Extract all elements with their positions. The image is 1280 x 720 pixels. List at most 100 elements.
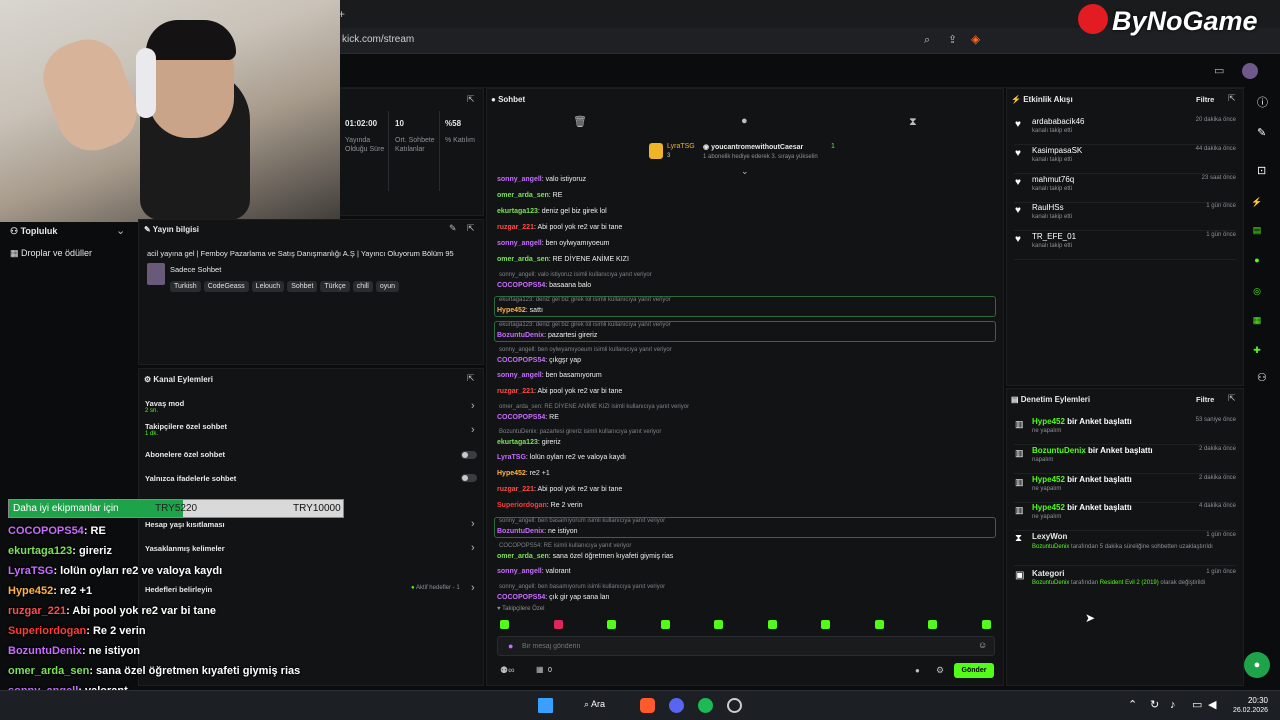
trash-icon[interactable]: 🗑 — [573, 117, 587, 128]
discord-icon[interactable] — [669, 698, 684, 713]
chat-username[interactable]: ruzgar_221 — [497, 486, 534, 493]
chat-username[interactable]: Hype452 — [497, 470, 526, 477]
follower-name[interactable]: KasimpasaSK — [1032, 146, 1082, 155]
moderator-name[interactable]: Hype452 — [1032, 417, 1065, 426]
emote-icon[interactable] — [928, 620, 937, 629]
pencil-icon[interactable]: ✎ — [1257, 128, 1266, 139]
chat-username[interactable]: omer_arda_sen — [497, 553, 549, 560]
emote-icon[interactable] — [607, 620, 616, 629]
taskbar-search[interactable]: ⌕ Ara — [584, 699, 605, 710]
chevron-right-icon[interactable]: › — [471, 401, 475, 412]
chevron-right-icon[interactable]: › — [471, 425, 475, 436]
url-field[interactable]: kick.com/stream — [342, 34, 414, 45]
sidebar-item-droplar[interactable]: ▦ Droplar ve ödüller — [10, 248, 92, 259]
tray-chevron-icon[interactable]: ⌃ — [1128, 700, 1137, 711]
info-icon[interactable]: ⓘ — [1257, 98, 1268, 109]
moderation-filter-button[interactable]: Filtre — [1196, 395, 1214, 404]
activity-item[interactable]: ♥ TR_EFE_01 kanalı takip etti 1 gün önce — [1014, 232, 1236, 261]
activity-item[interactable]: ♥ RaulHSs kanalı takip etti 1 gün önce — [1014, 203, 1236, 232]
expand-icon[interactable]: ⇱ — [467, 374, 475, 383]
activity-item[interactable]: ♥ ardababacik46 kanalı takip etti 20 dakika… — [1014, 117, 1236, 145]
chat-username[interactable]: omer_arda_sen — [497, 192, 549, 199]
chat-username[interactable]: ruzgar_221 — [497, 224, 534, 231]
chat-username[interactable]: sonny_angell — [497, 176, 542, 183]
follower-name[interactable]: TR_EFE_01 — [1032, 232, 1076, 241]
emote-icon[interactable] — [767, 620, 777, 629]
chat-username[interactable]: LyraTSG — [497, 454, 526, 461]
moderator-name[interactable]: Hype452 — [1032, 475, 1065, 484]
hourglass-icon[interactable]: ⧗ — [909, 117, 917, 128]
display-icon[interactable]: ▭ — [1192, 700, 1202, 711]
chevron-down-icon[interactable]: ⌄ — [741, 167, 749, 176]
gear-icon[interactable]: ⚙ — [936, 666, 944, 675]
tag[interactable]: CodeGeass — [203, 281, 249, 292]
expand-icon[interactable]: ⇱ — [1228, 94, 1236, 103]
wrench-icon[interactable]: ✚ — [1250, 343, 1264, 357]
gift-icon[interactable]: ▦ — [536, 666, 544, 674]
send-button[interactable]: Gönder — [954, 663, 994, 678]
help-chat-button[interactable]: ● — [1244, 652, 1270, 678]
chat-bubble-icon[interactable]: ● — [741, 116, 748, 127]
chat-username[interactable]: Hype452 — [497, 307, 526, 314]
emote-icon[interactable] — [981, 620, 991, 629]
tag[interactable]: chill — [352, 281, 373, 292]
broadcast-icon[interactable]: ◎ — [1250, 284, 1264, 298]
chat-username[interactable]: ruzgar_221 — [497, 388, 534, 395]
avatar[interactable] — [1242, 63, 1258, 79]
zoom-icon[interactable]: ⌕ — [924, 35, 930, 46]
emote-icon[interactable] — [714, 620, 723, 629]
brave-icon[interactable] — [640, 698, 655, 713]
mic-icon[interactable]: ● — [508, 641, 513, 651]
speaker-icon[interactable]: ◀ — [1208, 700, 1216, 711]
app-icon[interactable] — [727, 698, 742, 713]
clock-time[interactable]: 20:30 — [1232, 696, 1268, 705]
category-name[interactable]: Sadece Sohbet — [170, 265, 221, 274]
emote-icon[interactable] — [500, 620, 509, 629]
chat-username[interactable]: COCOPOPS54 — [497, 414, 545, 421]
activity-item[interactable]: ♥ mahmut76q kanalı takip etti 23 saat önce — [1014, 175, 1236, 203]
emote-icon[interactable] — [874, 620, 884, 629]
activity-filter-button[interactable]: Filtre — [1196, 95, 1214, 104]
tag[interactable]: Lelouch — [251, 281, 285, 292]
clip-icon[interactable]: ▭ — [1214, 66, 1224, 77]
chat-bubble-icon[interactable]: ● — [915, 667, 920, 675]
chat-username[interactable]: Superiordogan — [497, 502, 547, 509]
chat-username[interactable]: COCOPOPS54 — [497, 282, 545, 289]
expand-icon[interactable]: ⇱ — [467, 224, 475, 233]
chevron-right-icon[interactable]: › — [471, 543, 475, 554]
chat-username[interactable]: ekurtaga123 — [497, 208, 538, 215]
chat-icon[interactable]: ● — [1250, 253, 1264, 267]
microphone-icon[interactable]: ♪ — [1170, 700, 1176, 711]
expand-icon[interactable]: ⇱ — [1228, 394, 1236, 403]
category-thumbnail[interactable] — [147, 263, 165, 285]
emote-icon[interactable] — [660, 620, 670, 629]
pinned-user[interactable]: LyraTSG — [667, 143, 695, 150]
emotes-only-toggle[interactable] — [461, 474, 477, 482]
emote-icon[interactable] — [821, 620, 830, 629]
edit-icon[interactable]: ✎ — [449, 224, 457, 233]
follower-name[interactable]: mahmut76q — [1032, 175, 1074, 184]
follower-name[interactable]: ardababacik46 — [1032, 117, 1084, 126]
tag[interactable]: oyun — [375, 281, 400, 292]
tag[interactable]: Turkish — [170, 281, 201, 292]
chat-username[interactable]: sonny_angell — [497, 372, 542, 379]
chat-username[interactable]: BozuntuDenix — [497, 332, 544, 339]
bolt-icon[interactable]: ⚡ — [1250, 195, 1264, 209]
emoji-icon[interactable]: ☺ — [978, 641, 987, 650]
chat-input[interactable] — [522, 640, 962, 653]
chat-username[interactable]: omer_arda_sen — [497, 256, 549, 263]
chevron-down-icon[interactable]: ⌄ — [116, 226, 125, 237]
refresh-icon[interactable]: ↻ — [1150, 700, 1159, 711]
clock-date[interactable]: 26.02.2026 — [1222, 707, 1268, 714]
gifter-name[interactable]: ◉ youcantromewithoutCaesar — [703, 143, 803, 151]
tag[interactable]: Sohbet — [287, 281, 318, 292]
chat-username[interactable]: sonny_angell — [497, 240, 542, 247]
camera-icon[interactable]: ⊡ — [1257, 166, 1266, 177]
chat-username[interactable]: sonny_angell — [497, 568, 542, 575]
brave-shield-icon[interactable]: ◈ — [971, 33, 980, 45]
share-icon[interactable]: ⇪ — [948, 35, 957, 46]
activity-item[interactable]: ♥ KasimpasaSK kanalı takip etti 44 dakika ö… — [1014, 146, 1236, 174]
follower-name[interactable]: RaulHSs — [1032, 203, 1064, 212]
chat-username[interactable]: COCOPOPS54 — [497, 357, 545, 364]
document-icon[interactable]: ▤ — [1250, 223, 1264, 237]
